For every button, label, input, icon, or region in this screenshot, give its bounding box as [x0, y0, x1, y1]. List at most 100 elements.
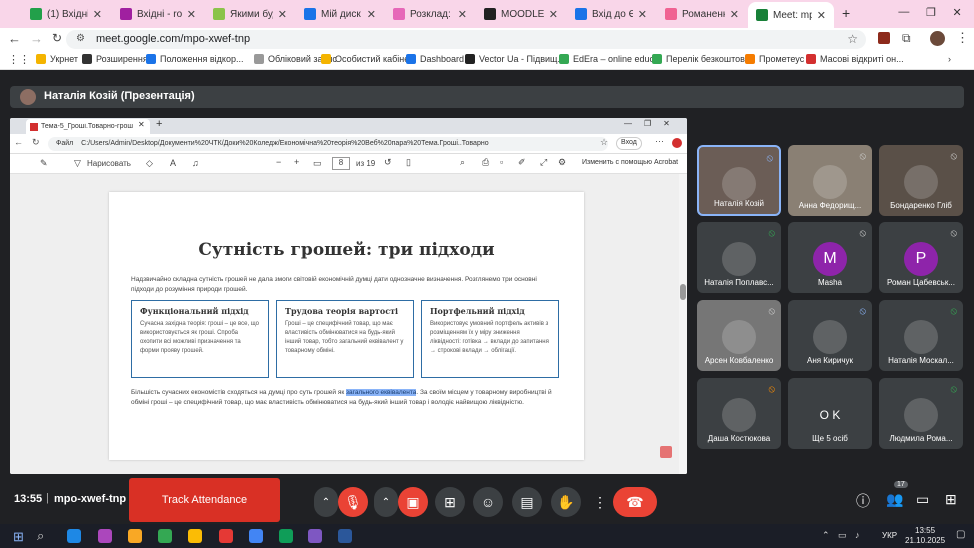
browser-tab[interactable]: Вхідні - romar ✕	[112, 3, 204, 25]
raise-hand-button[interactable]: ✋	[551, 487, 581, 517]
print-icon[interactable]: ⎙	[482, 157, 489, 168]
draw-tool-icon[interactable]: ▽	[74, 158, 81, 169]
people-icon[interactable]: 👥	[886, 491, 903, 508]
taskbar-viber-icon[interactable]	[308, 529, 322, 543]
menu-icon[interactable]: ⋮	[956, 30, 969, 46]
browser-tab[interactable]: Якими будуть ✕	[205, 3, 295, 25]
read-aloud-icon[interactable]: ♫	[192, 158, 199, 168]
bookmark-star-icon[interactable]: ☆	[847, 32, 858, 46]
chat-icon[interactable]: ▭	[916, 491, 929, 508]
bookmark-item[interactable]: Укрнет	[36, 54, 78, 64]
pdf-back-icon[interactable]: ←	[14, 137, 23, 147]
participant-tile[interactable]: ⦸ Даша Костюкова	[697, 378, 781, 449]
participant-tile[interactable]: ⦸ Бондаренко Гліб	[879, 145, 963, 216]
extension-icon[interactable]	[878, 32, 890, 44]
draw-tool-label[interactable]: Нарисовать	[87, 159, 131, 168]
maximize-icon[interactable]: ❐	[926, 6, 936, 22]
bookmark-item[interactable]: Масові відкриті он...	[806, 54, 904, 64]
participant-tile[interactable]: ⦸ Наталія Козій	[697, 145, 781, 216]
notification-icon[interactable]: ▢	[956, 529, 965, 540]
participant-tile[interactable]: ⦸ Людмила Рома...	[879, 378, 963, 449]
track-attendance-button[interactable]: Track Attendance	[129, 478, 280, 522]
acrobat-icon[interactable]	[672, 138, 682, 148]
taskbar-search-icon[interactable]: ⌕	[37, 528, 44, 544]
pdf-menu-icon[interactable]: ⋯	[655, 136, 664, 147]
captions-button[interactable]: ▤	[512, 487, 542, 517]
new-tab-button[interactable]: +	[842, 5, 850, 21]
site-info-icon[interactable]: ⚙	[76, 33, 85, 44]
eraser-icon[interactable]: ◇	[146, 158, 153, 169]
tab-close-icon[interactable]: ✕	[638, 8, 647, 21]
pdf-new-tab-icon[interactable]: +	[156, 118, 162, 130]
forward-icon[interactable]: →	[30, 31, 43, 46]
participant-tile[interactable]: ⦸ Анна Федорищ...	[788, 145, 872, 216]
language-indicator[interactable]: УКР	[882, 531, 897, 540]
browser-tab[interactable]: Розклад: Викл ✕	[385, 3, 475, 25]
tab-close-icon[interactable]: ✕	[730, 8, 739, 21]
edit-with-acrobat-button[interactable]: Изменить с помощью Acrobat	[582, 159, 678, 166]
highlight-tool-icon[interactable]: ✎	[40, 158, 48, 169]
camera-off-button[interactable]: ▣	[398, 487, 428, 517]
extensions-puzzle-icon[interactable]: ⧉	[902, 31, 911, 46]
selected-text-highlight[interactable]: загального еквівалента	[346, 389, 417, 396]
page-number-input[interactable]: 8	[332, 157, 350, 170]
emoji-button[interactable]: ☺	[473, 487, 503, 517]
start-icon[interactable]: ⊞	[13, 529, 24, 545]
bookmark-item[interactable]: Перелік безкоштов...	[652, 54, 752, 64]
text-tool-icon[interactable]: A	[170, 158, 176, 168]
tab-close-icon[interactable]: ✕	[458, 8, 467, 21]
taskbar-chrome-icon[interactable]	[158, 529, 172, 543]
browser-tab[interactable]: Мій диск – G ✕	[296, 3, 384, 25]
fit-page-icon[interactable]: ▭	[313, 158, 322, 169]
mic-off-button[interactable]: 🎙	[338, 487, 368, 517]
taskbar-chrome-active-icon[interactable]	[249, 529, 263, 543]
participant-tile[interactable]: ⦸ Наталія Поплавс...	[697, 222, 781, 293]
apps-icon[interactable]: ⋮⋮	[8, 53, 30, 66]
tab-close-icon[interactable]: ✕	[817, 9, 826, 22]
close-icon[interactable]: ✕	[952, 6, 961, 22]
taskbar-chrome-icon[interactable]	[188, 529, 202, 543]
participant-tile[interactable]: ⦸ Наталія Москал...	[879, 300, 963, 371]
tab-close-icon[interactable]: ✕	[549, 8, 558, 21]
bookmark-item[interactable]: Прометеус	[745, 54, 804, 64]
leave-call-button[interactable]: ☎	[613, 487, 657, 517]
bookmark-item[interactable]: Особистий кабінет	[321, 54, 413, 64]
save-icon[interactable]: ▫	[500, 157, 503, 167]
minimize-icon[interactable]: —	[898, 6, 909, 22]
bookmark-item[interactable]: Положення відкор...	[146, 54, 243, 64]
tab-close-icon[interactable]: ✕	[187, 8, 196, 21]
taskbar-chrome-icon[interactable]	[279, 529, 293, 543]
settings-gear-icon[interactable]: ⚙	[558, 157, 566, 168]
browser-tab[interactable]: Вхід до ЄАС ✕	[567, 3, 655, 25]
participant-tile[interactable]: O K Ще 5 осіб	[788, 378, 872, 449]
info-icon[interactable]: ⓘ	[856, 491, 870, 511]
annotate-icon[interactable]: ✐	[518, 157, 526, 168]
pdf-star-icon[interactable]: ☆	[600, 137, 608, 148]
pdf-scrollbar-thumb[interactable]	[680, 284, 686, 300]
participant-tile[interactable]: M ⦸ Masha	[788, 222, 872, 293]
pdf-tab[interactable]: Тема-5_Гроші.Товарно-грош	[26, 119, 150, 134]
taskbar-app-icon[interactable]	[98, 529, 112, 543]
bookmark-item[interactable]: Розширення	[82, 54, 148, 64]
browser-tab[interactable]: Романенко Л. ✕	[657, 3, 747, 25]
fullscreen-icon[interactable]: ⤢	[540, 157, 547, 168]
participant-tile[interactable]: ⦸ Аня Киричук	[788, 300, 872, 371]
zoom-in-icon[interactable]: +	[294, 157, 299, 167]
camera-options-button[interactable]: ⌃	[374, 487, 398, 517]
pdf-url-field[interactable]: Файл C:/Users/Admin/Desktop/Документи%20…	[48, 137, 608, 151]
pdf-sign-in-button[interactable]: Вход	[616, 137, 642, 150]
browser-tab[interactable]: MOODLE – ДЕ ✕	[476, 3, 566, 25]
pdf-reload-icon[interactable]: ↻	[32, 137, 40, 148]
bookmark-item[interactable]: EdEra – online educ...	[559, 54, 662, 64]
taskbar-explorer-icon[interactable]	[128, 529, 142, 543]
more-options-button[interactable]: ⋮	[585, 487, 615, 517]
search-icon[interactable]: ⌕	[460, 157, 465, 168]
tab-close-icon[interactable]: ✕	[278, 8, 287, 21]
pdf-tab-close-icon[interactable]: ✕	[138, 120, 145, 129]
mic-options-button[interactable]: ⌃	[314, 487, 338, 517]
browser-tab[interactable]: (1) Вхідні • iRei ✕	[22, 3, 110, 25]
rotate-icon[interactable]: ↺	[384, 157, 392, 168]
bookmarks-overflow-icon[interactable]: ›	[948, 54, 951, 64]
acrobat-assistant-icon[interactable]	[660, 446, 672, 458]
url-field[interactable]: ⚙ meet.google.com/mpo-xwef-tnp ☆	[66, 30, 866, 49]
